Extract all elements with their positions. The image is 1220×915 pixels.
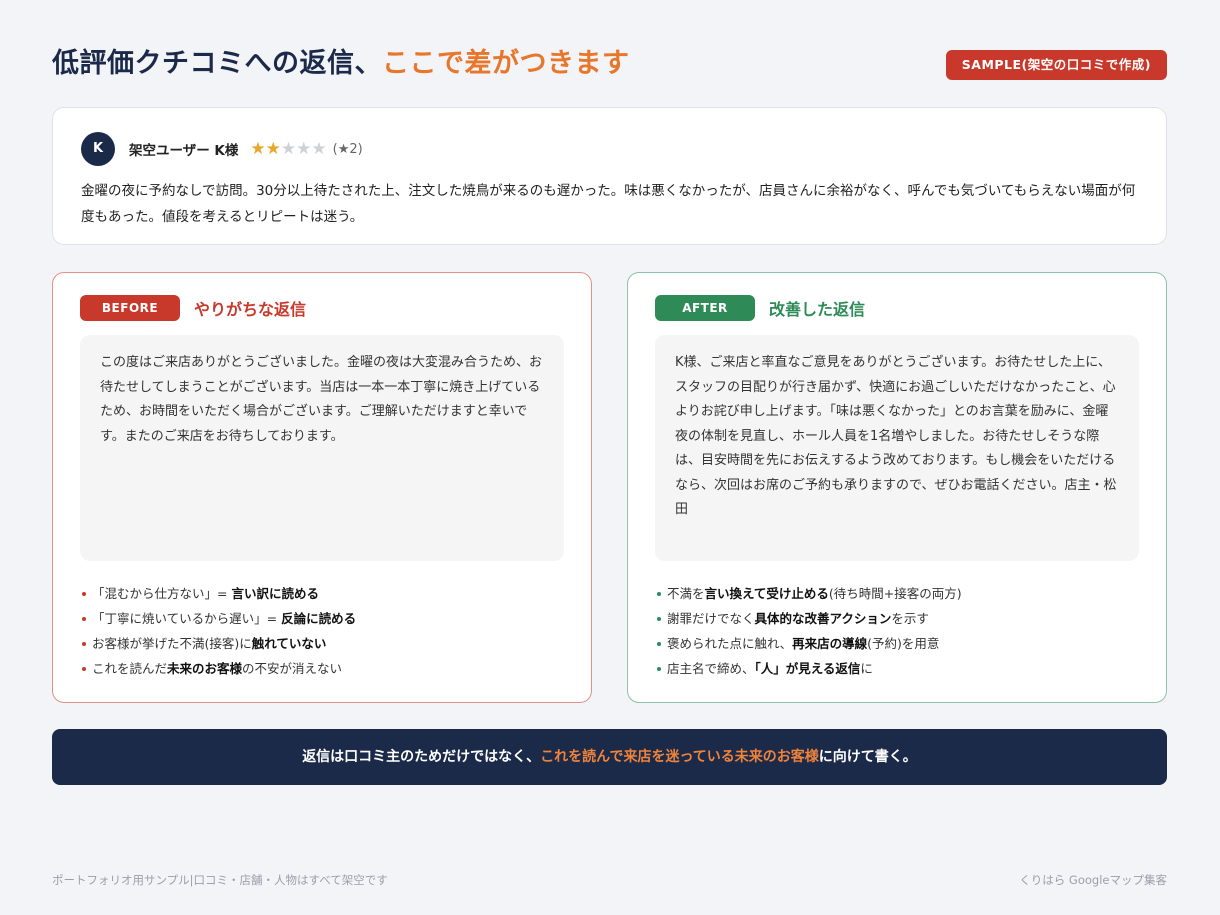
before-label: やりがちな返信 [194, 300, 307, 319]
before-point: 「混むから仕方ない」= 言い訳に読める [80, 581, 564, 606]
footer: ポートフォリオ用サンプル|口コミ・店舗・人物はすべて架空です くりはら Goog… [52, 872, 1167, 888]
after-point: 不満を言い換えて受け止める(待ち時間+接客の両方) [655, 581, 1139, 606]
before-point: これを読んだ未来のお客様の不安が消えない [80, 656, 564, 681]
star-filled-icon: ★ [265, 138, 281, 159]
after-label: 改善した返信 [769, 300, 866, 319]
star-empty-icon: ★ [280, 138, 297, 159]
footer-disclaimer: ポートフォリオ用サンプル|口コミ・店舗・人物はすべて架空です [52, 873, 388, 887]
star-filled-icon: ★ [250, 138, 266, 159]
header: 低評価クチコミへの返信、ここで差がつきます SAMPLE(架空の口コミで作成) [52, 44, 1167, 84]
title-accent: ここで差がつきます [382, 48, 630, 79]
review-card: K 架空ユーザー K様 ★★★★★ (★2) 金曜の夜に予約なしで訪問。30分以… [52, 107, 1167, 245]
before-point: 「丁寧に焼いているから遅い」= 反論に読める [80, 606, 564, 631]
after-reply-box: K様、ご来店と率直なご意見をありがとうございます。お待たせした上に、スタッフの目… [655, 335, 1139, 561]
before-points: 「混むから仕方ない」= 言い訳に読める 「丁寧に焼いているから遅い」= 反論に読… [80, 581, 564, 681]
star-rating: ★★★★★ [250, 138, 327, 159]
before-tag: BEFORE [80, 295, 180, 321]
review-text: 金曜の夜に予約なしで訪問。30分以上待たされた上、注文した焼鳥が来るのも遅かった… [81, 183, 1136, 225]
footer-brand: くりはら Googleマップ集客 [1019, 873, 1167, 887]
after-panel: AFTER 改善した返信 K様、ご来店と率直なご意見をありがとうございます。お待… [627, 272, 1167, 703]
after-tag: AFTER [655, 295, 755, 321]
after-point: 褒められた点に触れ、再来店の導線(予約)を用意 [655, 631, 1139, 656]
before-reply-box: この度はご来店ありがとうございました。金曜の夜は大変混み合うため、お待たせしてし… [80, 335, 564, 561]
avatar: K [81, 132, 115, 166]
banner-text-post: に向けて書く。 [818, 749, 917, 765]
after-point: 店主名で締め、「人」が見える返信に [655, 656, 1139, 681]
banner-text-pre: 返信は口コミ主のためだけではなく、 [302, 749, 541, 765]
after-panel-header: AFTER 改善した返信 [655, 295, 1139, 321]
summary-banner: 返信は口コミ主のためだけではなく、これを読んで来店を迷っている未来のお客様に向け… [52, 729, 1167, 785]
title-main: 低評価クチコミへの返信、 [52, 48, 382, 79]
star-empty-icon: ★ [311, 138, 327, 159]
after-points: 不満を言い換えて受け止める(待ち時間+接客の両方) 謝罪だけでなく具体的な改善ア… [655, 581, 1139, 681]
sample-badge: SAMPLE(架空の口コミで作成) [945, 50, 1167, 80]
review-header: K 架空ユーザー K様 ★★★★★ (★2) [81, 132, 1138, 166]
before-panel: BEFORE やりがちな返信 この度はご来店ありがとうございました。金曜の夜は大… [52, 272, 592, 703]
after-point: 謝罪だけでなく具体的な改善アクションを示す [655, 606, 1139, 631]
rating-label: (★2) [332, 141, 363, 157]
reviewer-name: 架空ユーザー K様 [129, 143, 239, 159]
before-panel-header: BEFORE やりがちな返信 [80, 295, 564, 321]
before-point: お客様が挙げた不満(接客)に触れていない [80, 631, 564, 656]
banner-text-accent: これを読んで来店を迷っている未来のお客様 [540, 749, 819, 765]
star-empty-icon: ★ [296, 138, 312, 159]
